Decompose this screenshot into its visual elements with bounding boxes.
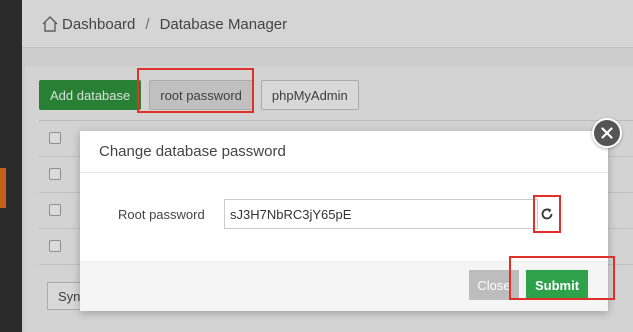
dialog-title: Change database password [99, 143, 286, 160]
highlight-submit [509, 256, 615, 300]
dialog-close-button[interactable] [592, 118, 622, 148]
root-password-input[interactable] [224, 199, 538, 229]
root-password-label: Root password [118, 207, 205, 222]
close-icon [601, 127, 613, 139]
highlight-refresh [533, 195, 561, 233]
dialog-body: Root password [80, 173, 608, 261]
highlight-root-password [137, 68, 254, 113]
dialog-header: Change database password [80, 131, 608, 173]
